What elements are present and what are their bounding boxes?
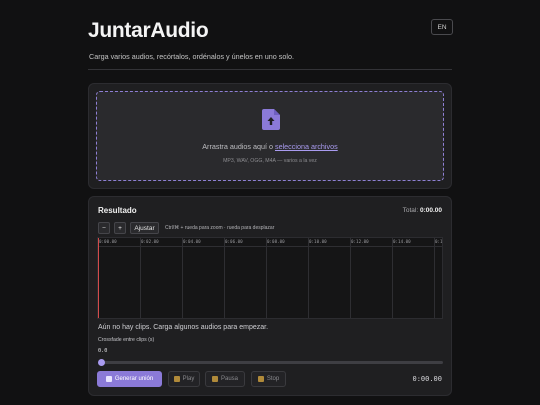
timeline-gridline bbox=[350, 238, 351, 318]
timeline-ruler[interactable]: 0:00.00 0:02.00 0:04.00 0:06.00 0:08.00 0:10.… bbox=[98, 238, 442, 247]
playback-clock: 0:00.00 bbox=[412, 375, 442, 383]
zoom-hint: Ctrl/⌘ + rueda para zoom · rueda para de… bbox=[165, 225, 275, 231]
drop-text: Arrastra audios aquí o bbox=[202, 142, 275, 151]
timeline-tick-label: 0:14.00 bbox=[393, 239, 411, 244]
supported-formats-hint: MP3, WAV, OGG, M4A — varios a la vez bbox=[223, 158, 317, 164]
timeline-gridline bbox=[140, 238, 141, 318]
empty-clips-message: Aún no hay clips. Carga algunos audios p… bbox=[98, 324, 269, 331]
timeline-gridline bbox=[434, 238, 435, 318]
result-title: Resultado bbox=[98, 206, 137, 215]
app-subtitle: Carga varios audios, recórtalos, ordénal… bbox=[89, 52, 294, 61]
pause-button[interactable]: Pausa bbox=[205, 371, 245, 387]
timeline-tick-label: 0:12.00 bbox=[351, 239, 369, 244]
select-files-link[interactable]: selecciona archivos bbox=[275, 142, 338, 151]
zoom-out-button[interactable]: − bbox=[98, 222, 110, 234]
timeline-gridline bbox=[224, 238, 225, 318]
file-upload-icon bbox=[262, 109, 280, 130]
crossfade-value: 0.0 bbox=[98, 348, 108, 354]
drop-instructions: Arrastra audios aquí o selecciona archiv… bbox=[97, 142, 443, 151]
generate-join-button[interactable]: Generar unión bbox=[97, 371, 162, 387]
timeline-gridline bbox=[266, 238, 267, 318]
result-card: Resultado Total: 0:00.00 − + Ajustar Ctr… bbox=[88, 196, 452, 396]
pause-icon bbox=[211, 376, 218, 382]
play-label: Play bbox=[182, 376, 195, 382]
total-value: 0:00.00 bbox=[419, 207, 442, 214]
stop-label: Stop bbox=[266, 376, 280, 382]
crossfade-slider[interactable] bbox=[101, 361, 443, 364]
total-duration: Total: 0:00.00 bbox=[403, 207, 442, 214]
stop-icon bbox=[257, 376, 264, 382]
language-button[interactable]: EN bbox=[431, 19, 453, 35]
timeline-gridline bbox=[182, 238, 183, 318]
timeline-tick-label: 0:00.00 bbox=[99, 239, 117, 244]
header-divider bbox=[88, 69, 452, 70]
timeline-tick-label: 0:10.00 bbox=[309, 239, 327, 244]
playhead[interactable] bbox=[98, 238, 99, 318]
timeline-tick-label: 0:08.00 bbox=[267, 239, 285, 244]
timeline-tick-label: 0:04.00 bbox=[183, 239, 201, 244]
app-title: JuntarAudio bbox=[88, 19, 209, 42]
crossfade-label: Crossfade entre clips (s) bbox=[98, 337, 155, 343]
fit-button[interactable]: Ajustar bbox=[130, 222, 159, 234]
timeline-tick-label: 0:02.00 bbox=[141, 239, 159, 244]
drop-zone[interactable]: Arrastra audios aquí o selecciona archiv… bbox=[96, 91, 444, 181]
total-label: Total: bbox=[402, 207, 420, 214]
zoom-in-button[interactable]: + bbox=[114, 222, 126, 234]
timeline-tick-label: 0:06.00 bbox=[225, 239, 243, 244]
crossfade-slider-thumb[interactable] bbox=[98, 359, 105, 366]
play-icon bbox=[173, 376, 180, 382]
stop-button[interactable]: Stop bbox=[251, 371, 286, 387]
upload-card: Arrastra audios aquí o selecciona archiv… bbox=[88, 83, 452, 189]
timeline-gridline bbox=[392, 238, 393, 318]
pause-label: Pausa bbox=[220, 376, 238, 382]
timeline[interactable]: 0:00.00 0:02.00 0:04.00 0:06.00 0:08.00 0:10.… bbox=[97, 237, 443, 319]
merge-icon bbox=[105, 376, 112, 382]
timeline-tick-label: 0:1 bbox=[435, 239, 443, 244]
generate-join-label: Generar unión bbox=[114, 376, 154, 382]
play-button[interactable]: Play bbox=[168, 371, 200, 387]
timeline-gridline bbox=[308, 238, 309, 318]
